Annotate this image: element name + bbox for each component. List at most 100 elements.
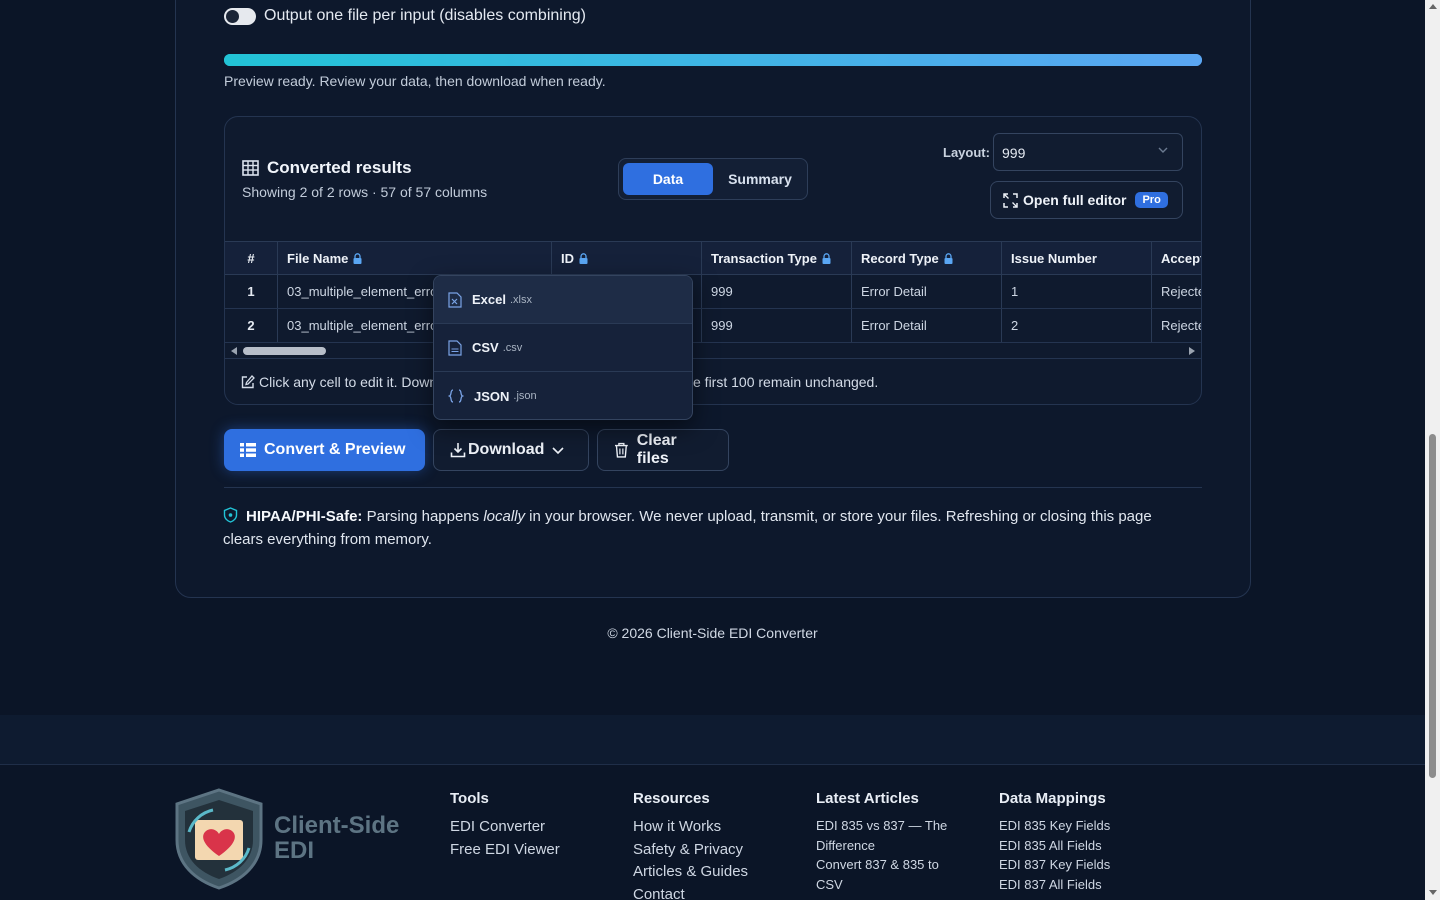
download-option-json[interactable]: JSON .json xyxy=(434,372,692,419)
download-option-csv[interactable]: CSV .csv xyxy=(434,324,692,372)
download-icon xyxy=(450,443,466,458)
trash-icon xyxy=(614,442,628,458)
convert-preview-label: Convert & Preview xyxy=(264,441,406,458)
footer-column-resources: Resources How it Works Safety & Privacy … xyxy=(633,790,748,900)
footer-link-article[interactable]: EDI 835 vs 837 — The Difference xyxy=(816,816,966,855)
footer-link-edi-converter[interactable]: EDI Converter xyxy=(450,816,560,839)
results-title: Converted results xyxy=(242,158,412,178)
edit-hint-tail: e first 100 remain unchanged. xyxy=(693,374,879,390)
footer-link-mapping[interactable]: EDI 837 Key Fields xyxy=(999,855,1110,875)
table-cell[interactable]: 999 xyxy=(702,275,852,308)
footer-link-mapping[interactable]: EDI 835 Key Fields xyxy=(999,816,1110,836)
download-option-label: Excel xyxy=(472,292,506,307)
edit-hint: Click any cell to edit it. Down xyxy=(241,374,437,390)
table-cell[interactable]: 2 xyxy=(1002,309,1152,342)
footer-band xyxy=(0,715,1425,765)
tab-data[interactable]: Data xyxy=(623,163,713,195)
progress-fill xyxy=(224,54,1202,66)
scroll-right-arrow-icon[interactable] xyxy=(1189,347,1195,355)
layout-select-value: 999 xyxy=(1002,145,1026,161)
hipaa-label: HIPAA/PHI-Safe: xyxy=(246,508,363,525)
footer-column-title: Resources xyxy=(633,790,710,807)
one-file-per-input-toggle[interactable] xyxy=(224,8,256,25)
table-cell[interactable]: 1 xyxy=(1002,275,1152,308)
table-cell[interactable]: Rejected xyxy=(1152,309,1201,342)
excel-file-icon xyxy=(448,291,462,308)
layout-select[interactable]: 999 xyxy=(993,133,1183,171)
csv-file-icon xyxy=(448,339,462,356)
column-header-index[interactable]: # xyxy=(225,242,278,274)
one-file-per-input-label: Output one file per input (disables comb… xyxy=(264,7,586,24)
download-label: Download xyxy=(468,441,545,458)
brand-line-2: EDI xyxy=(274,837,315,864)
brand-line-1: Client-Side xyxy=(274,812,400,839)
download-option-ext: .csv xyxy=(502,341,523,354)
lock-icon xyxy=(579,252,588,264)
table-cell[interactable]: 999 xyxy=(702,309,852,342)
lock-icon xyxy=(353,252,362,264)
table-header-row: # File Name ID Transaction Type Record T… xyxy=(225,241,1201,275)
column-header-id[interactable]: ID xyxy=(552,242,702,274)
clear-files-button[interactable]: Clear files xyxy=(597,429,729,471)
table-cell[interactable]: Error Detail xyxy=(852,309,1002,342)
table-cell[interactable]: Rejected xyxy=(1152,275,1201,308)
convert-preview-button[interactable]: Convert & Preview xyxy=(224,429,425,471)
chevron-down-icon xyxy=(1158,147,1168,153)
footer-column-title: Latest Articles xyxy=(816,790,919,807)
footer-link-how-it-works[interactable]: How it Works xyxy=(633,816,748,839)
hipaa-text-before: Parsing happens xyxy=(362,508,484,525)
copyright: © 2026 Client-Side EDI Converter xyxy=(607,625,818,641)
footer-link-articles-guides[interactable]: Articles & Guides xyxy=(633,861,748,884)
results-title-text: Converted results xyxy=(267,158,412,177)
results-subtitle: Showing 2 of 2 rows · 57 of 57 columns xyxy=(242,184,488,200)
grid-icon xyxy=(240,443,256,457)
results-table: # File Name ID Transaction Type Record T… xyxy=(225,241,1201,344)
footer-link-safety-privacy[interactable]: Safety & Privacy xyxy=(633,839,748,862)
download-option-label: CSV xyxy=(472,340,499,355)
download-option-ext: .xlsx xyxy=(509,293,532,306)
row-index: 1 xyxy=(225,275,278,308)
open-full-editor-label: Open full editor xyxy=(1023,192,1127,208)
scroll-up-arrow-icon[interactable] xyxy=(1429,4,1437,9)
table-scroll-thumb[interactable] xyxy=(243,347,326,355)
column-header-accept[interactable]: Accept xyxy=(1152,242,1201,274)
table-row: 2 03_multiple_element_errors.edi 999 Err… xyxy=(225,309,1201,343)
brand-wordmark: Client-Side EDI xyxy=(274,813,399,863)
progress-bar xyxy=(224,54,1202,66)
edit-icon xyxy=(241,375,255,389)
footer-link-contact[interactable]: Contact xyxy=(633,884,748,900)
row-index: 2 xyxy=(225,309,278,342)
section-divider xyxy=(224,487,1202,488)
download-option-excel[interactable]: Excel .xlsx xyxy=(434,276,692,324)
lock-icon xyxy=(822,252,831,264)
footer-column-title: Tools xyxy=(450,790,489,807)
pro-badge: Pro xyxy=(1135,192,1168,208)
lock-icon xyxy=(944,252,953,264)
hipaa-emphasis: locally xyxy=(483,508,526,525)
download-button[interactable]: Download xyxy=(433,429,589,471)
page-scroll-thumb[interactable] xyxy=(1429,434,1436,778)
page-vertical-scrollbar[interactable] xyxy=(1425,0,1440,900)
footer-link-mapping[interactable]: EDI 835 All Fields xyxy=(999,836,1110,856)
chevron-down-icon xyxy=(552,447,565,455)
column-header-file-name[interactable]: File Name xyxy=(278,242,552,274)
table-cell[interactable]: Error Detail xyxy=(852,275,1002,308)
json-braces-icon xyxy=(448,389,464,403)
footer-column-tools: Tools EDI Converter Free EDI Viewer xyxy=(450,790,560,861)
column-header-record-type[interactable]: Record Type xyxy=(852,242,1002,274)
footer-link-free-edi-viewer[interactable]: Free EDI Viewer xyxy=(450,839,560,862)
open-full-editor-button[interactable]: Open full editor Pro xyxy=(990,181,1183,219)
download-option-ext: .json xyxy=(513,390,537,402)
scroll-left-arrow-icon[interactable] xyxy=(231,347,237,355)
tab-summary[interactable]: Summary xyxy=(717,163,803,195)
table-horizontal-scrollbar[interactable] xyxy=(225,343,1201,359)
footer-link-article[interactable]: Convert 837 & 835 to CSV xyxy=(816,855,966,894)
footer-column-title: Data Mappings xyxy=(999,790,1106,807)
scroll-down-arrow-icon[interactable] xyxy=(1429,890,1437,895)
column-header-transaction-type[interactable]: Transaction Type xyxy=(702,242,852,274)
column-header-issue-number[interactable]: Issue Number xyxy=(1002,242,1152,274)
shield-icon xyxy=(223,507,238,523)
expand-icon xyxy=(1003,192,1018,208)
footer-link-mapping[interactable]: EDI 837 All Fields xyxy=(999,875,1110,895)
hipaa-notice: HIPAA/PHI-Safe: Parsing happens locally … xyxy=(223,505,1183,551)
